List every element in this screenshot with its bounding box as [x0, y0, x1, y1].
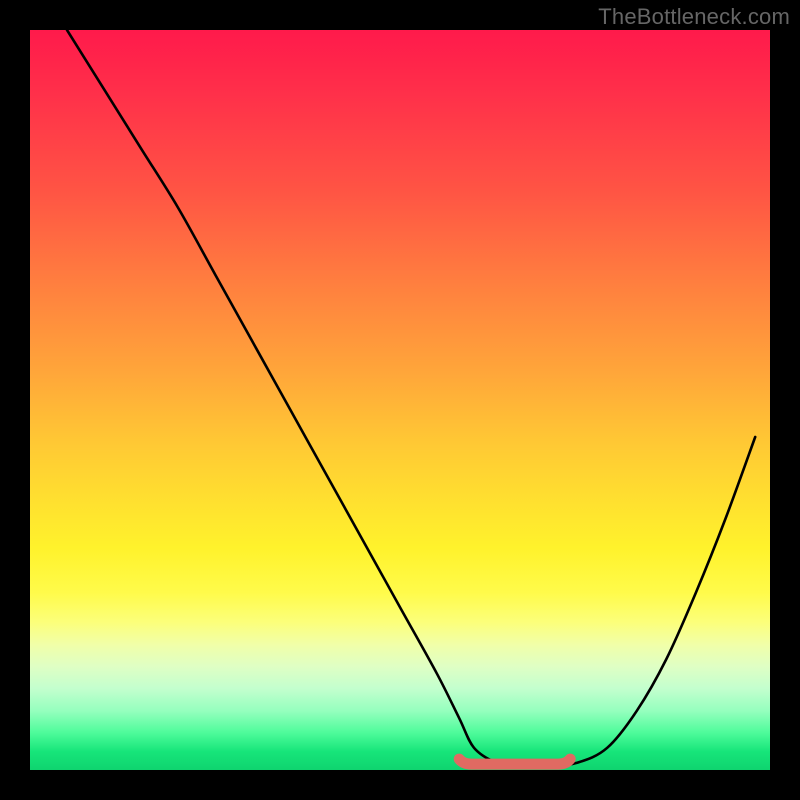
curve-path: [67, 30, 755, 767]
chart-frame: TheBottleneck.com: [0, 0, 800, 800]
watermark-text: TheBottleneck.com: [598, 4, 790, 30]
plot-area: [30, 30, 770, 770]
bottleneck-curve: [30, 30, 770, 770]
optimal-marker: [459, 759, 570, 764]
